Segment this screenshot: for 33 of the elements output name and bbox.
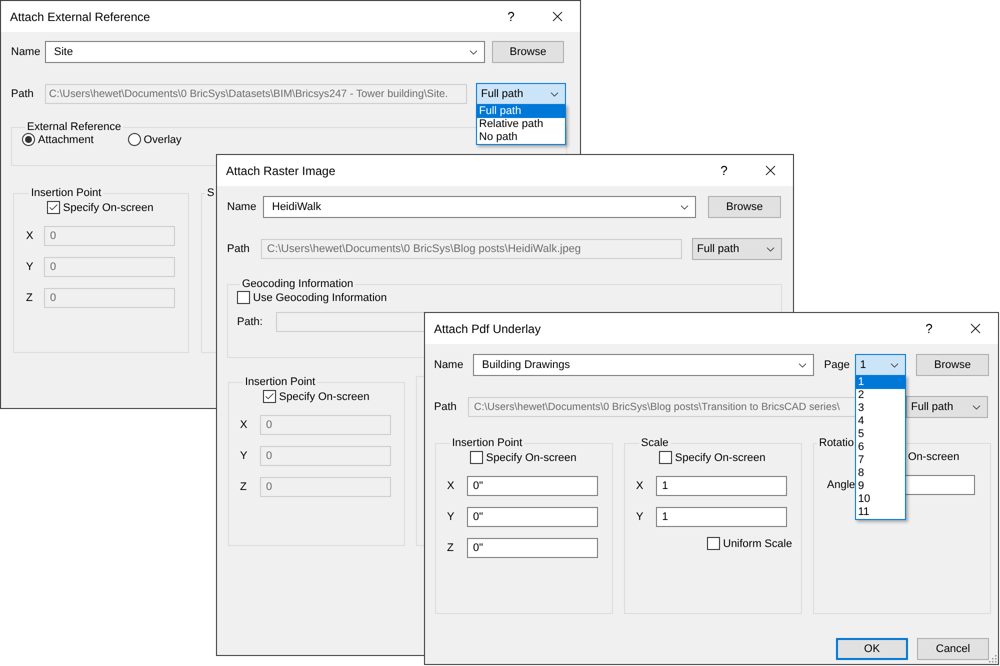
axis-label: X xyxy=(240,419,248,431)
field-label: Angle xyxy=(827,479,856,491)
window-title: Attach Pdf Underlay xyxy=(434,322,542,336)
field-label: Name xyxy=(227,201,258,213)
field-label: Path xyxy=(434,401,458,413)
group-title: S xyxy=(206,187,216,199)
field-label: Name xyxy=(11,46,42,58)
axis-label: X xyxy=(447,480,456,492)
axis-label: Y xyxy=(240,450,248,462)
axis-label: X xyxy=(636,480,644,492)
group-title: Insertion Point xyxy=(451,437,524,449)
axis-label: Z xyxy=(26,292,34,304)
field-label: Name xyxy=(434,359,464,371)
field-label: Page xyxy=(824,359,851,371)
window-title: Attach External Reference xyxy=(10,10,152,24)
axis-label: Y xyxy=(636,511,644,523)
axis-label: Z xyxy=(240,481,248,493)
group-title: Scale xyxy=(640,437,670,449)
axis-label: Y xyxy=(26,261,34,273)
group-title: Insertion Point xyxy=(30,187,102,199)
group-title: Geocoding Information xyxy=(241,278,354,290)
window-title: Attach Raster Image xyxy=(226,164,336,178)
group-title: External Reference xyxy=(26,121,122,133)
group-title: Rotatio xyxy=(818,437,855,449)
field-label: Path xyxy=(11,88,35,100)
path-field: C:\Users\hewet\Documents\0 BricSys\Blog posts\HeidiWalk.jpeg xyxy=(261,239,682,259)
path-field: C:\Users\hewet\Documents\0 BricSys\Datasets\BIM\Bricsys247 - Tower building\Site. xyxy=(45,84,467,104)
axis-label: Y xyxy=(447,511,456,523)
axis-label: X xyxy=(26,230,34,242)
group-title: Insertion Point xyxy=(244,376,316,388)
field-label: Path xyxy=(227,243,251,255)
axis-label: Z xyxy=(447,542,455,554)
field-label: Path: xyxy=(237,316,264,328)
